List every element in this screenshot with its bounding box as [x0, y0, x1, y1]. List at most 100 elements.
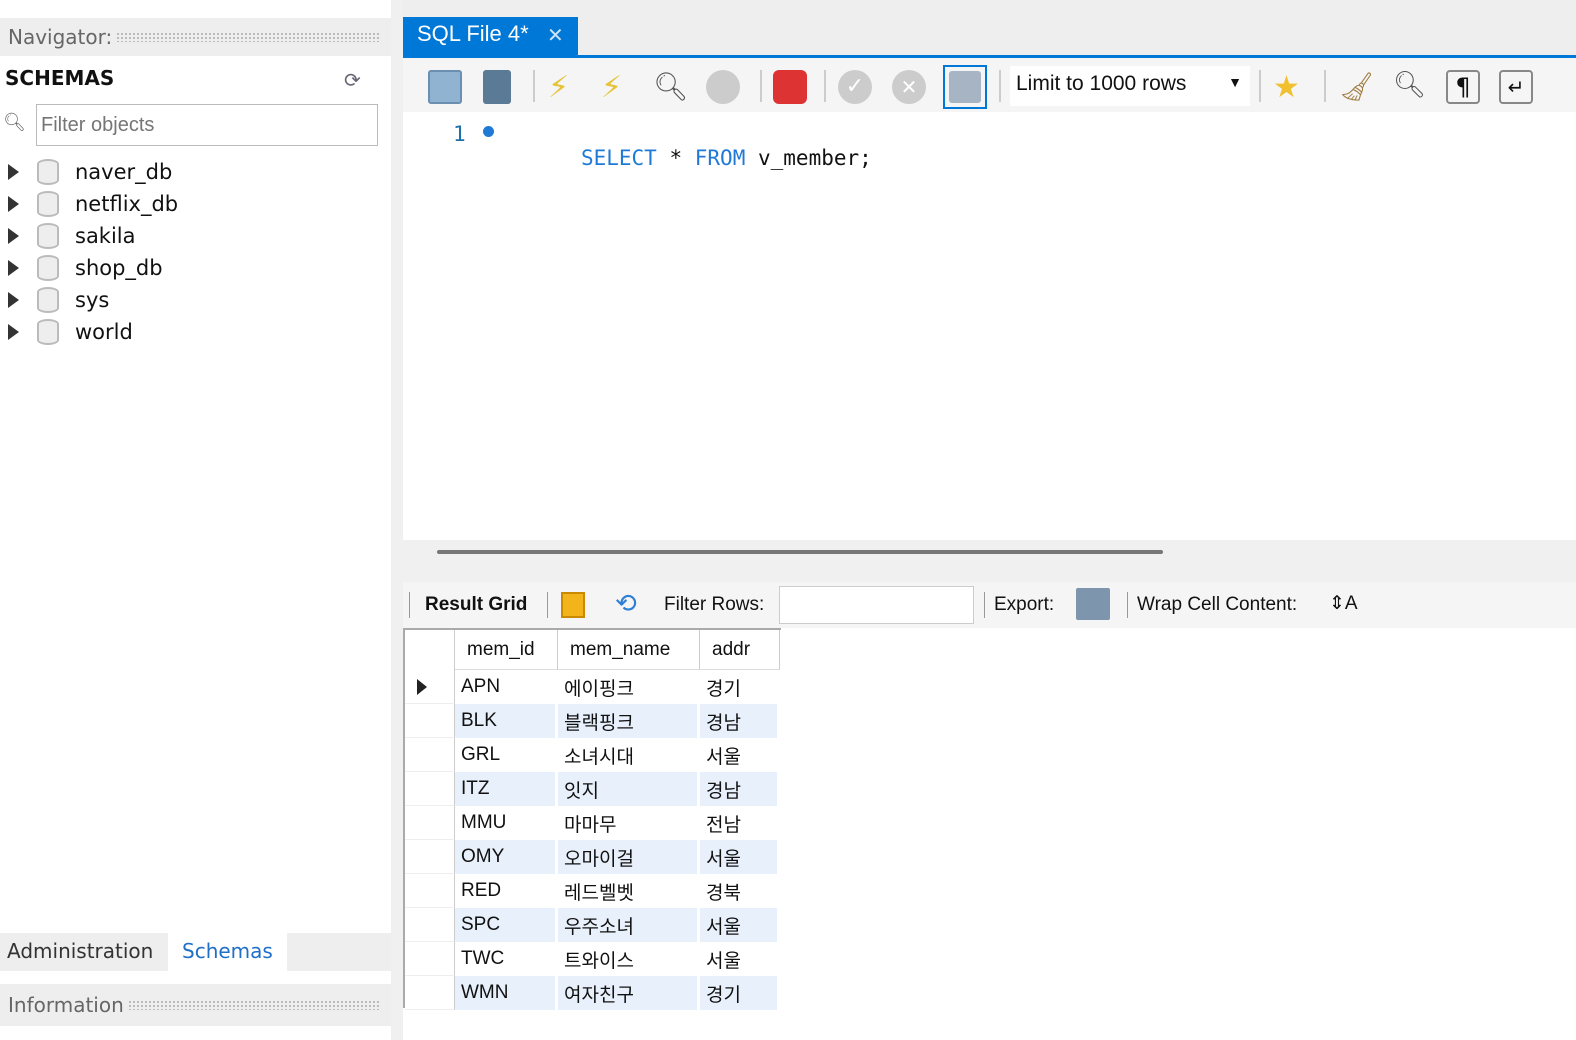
find-icon[interactable]: 🔍︎ [1393, 70, 1427, 104]
wrap-cell-icon[interactable]: ⇕A [1329, 592, 1358, 615]
table-cell[interactable]: OMY [455, 840, 555, 874]
information-header: Information [0, 984, 391, 1026]
table-cell[interactable]: 경기 [700, 670, 777, 704]
table-cell[interactable]: APN [455, 670, 555, 704]
schema-item[interactable]: shop_db [0, 252, 163, 284]
tab-schemas[interactable]: Schemas [168, 933, 287, 971]
refresh-icon[interactable]: ⟲ [615, 588, 637, 619]
database-icon [37, 255, 59, 281]
row-header[interactable] [405, 942, 455, 976]
current-row-icon [417, 679, 427, 695]
refresh-icon[interactable]: ⟳ [344, 68, 361, 92]
tab-sql-file[interactable]: SQL File 4* ✕ [403, 17, 578, 57]
splitter[interactable] [391, 0, 403, 1040]
schema-item[interactable]: naver_db [0, 156, 172, 188]
table-cell[interactable]: 경남 [700, 704, 777, 738]
beautify-icon[interactable]: 🧹︎ [1339, 70, 1375, 104]
expand-arrow-icon[interactable] [8, 260, 19, 276]
row-header[interactable] [405, 874, 455, 908]
row-header[interactable] [405, 670, 455, 704]
table-cell[interactable]: 에이핑크 [558, 670, 697, 704]
column-header[interactable]: mem_id [455, 630, 558, 670]
export-icon[interactable] [1076, 588, 1110, 620]
table-cell[interactable]: 경남 [700, 772, 777, 806]
column-header[interactable]: mem_name [558, 630, 700, 670]
close-icon[interactable]: ✕ [547, 23, 564, 48]
table-cell[interactable]: 블랙핑크 [558, 704, 697, 738]
table-cell[interactable]: 여자친구 [558, 976, 697, 1010]
table-cell[interactable]: SPC [455, 908, 555, 942]
table-cell[interactable]: 마마무 [558, 806, 697, 840]
table-cell[interactable]: 서울 [700, 738, 777, 772]
commit-icon[interactable]: ✓ [838, 70, 872, 104]
chevron-down-icon: ▼ [1228, 74, 1242, 90]
table-cell[interactable]: 레드벨벳 [558, 874, 697, 908]
expand-arrow-icon[interactable] [8, 196, 19, 212]
horizontal-scrollbar[interactable] [437, 550, 1163, 554]
table-cell[interactable]: 서울 [700, 840, 777, 874]
table-cell[interactable]: ITZ [455, 772, 555, 806]
table-cell[interactable]: 서울 [700, 942, 777, 976]
table-cell[interactable]: 소녀시대 [558, 738, 697, 772]
tab-administration[interactable]: Administration [0, 933, 168, 971]
expand-arrow-icon[interactable] [8, 164, 19, 180]
sql-editor[interactable]: 1 SELECT * FROM v_member; [403, 112, 1576, 540]
expand-arrow-icon[interactable] [8, 324, 19, 340]
result-grid-tab[interactable]: Result Grid [425, 594, 527, 616]
toggle-error-icon[interactable] [773, 70, 807, 104]
row-header[interactable] [405, 908, 455, 942]
table-cell[interactable]: TWC [455, 942, 555, 976]
row-header[interactable] [405, 738, 455, 772]
filter-rows-input[interactable] [779, 586, 974, 624]
table-cell[interactable]: 경북 [700, 874, 777, 908]
table-cell[interactable]: 우주소녀 [558, 908, 697, 942]
grid-view-icon[interactable] [561, 592, 585, 618]
table-cell[interactable]: 오마이걸 [558, 840, 697, 874]
autocommit-icon[interactable] [943, 65, 987, 109]
schema-item[interactable]: sys [0, 284, 109, 316]
table-cell[interactable]: GRL [455, 738, 555, 772]
stop-icon[interactable] [706, 70, 740, 104]
add-snippet-icon[interactable]: ★ [1273, 70, 1307, 105]
expand-arrow-icon[interactable] [8, 228, 19, 244]
navigator-title: Navigator: [8, 25, 113, 49]
statement-marker-icon [483, 126, 494, 137]
table-cell[interactable]: BLK [455, 704, 555, 738]
explain-icon[interactable]: 🔍︎ [653, 70, 689, 104]
editor-area: SQL File 4* ✕ ⚡ ⚡ 🔍︎ ✓ ✕ Limit to 1000 r… [403, 0, 1576, 1040]
row-header[interactable] [405, 840, 455, 874]
expand-arrow-icon[interactable] [8, 292, 19, 308]
row-header[interactable] [405, 976, 455, 1010]
limit-rows-select[interactable]: Limit to 1000 rows ▼ [1010, 66, 1250, 106]
filter-objects-input[interactable] [36, 104, 378, 146]
column-header[interactable]: addr [700, 630, 780, 670]
execute-icon[interactable]: ⚡ [548, 70, 582, 105]
schema-item[interactable]: netflix_db [0, 188, 178, 220]
table-cell[interactable]: 트와이스 [558, 942, 697, 976]
invisible-chars-icon[interactable]: ¶ [1446, 70, 1480, 104]
table-cell[interactable]: 서울 [700, 908, 777, 942]
open-file-icon[interactable] [428, 70, 462, 104]
table-cell[interactable]: RED [455, 874, 555, 908]
table-cell[interactable]: MMU [455, 806, 555, 840]
sql-keyword: FROM [694, 146, 746, 170]
database-icon [37, 287, 59, 313]
schema-name: world [75, 320, 133, 344]
execute-current-icon[interactable]: ⚡ [601, 70, 635, 105]
row-header[interactable] [405, 806, 455, 840]
search-icon: 🔍︎ [3, 112, 26, 133]
table-cell[interactable]: WMN [455, 976, 555, 1010]
rollback-icon[interactable]: ✕ [892, 70, 926, 104]
schema-item[interactable]: world [0, 316, 133, 348]
table-cell[interactable]: 잇지 [558, 772, 697, 806]
schema-item[interactable]: sakila [0, 220, 136, 252]
sql-star: * [669, 146, 683, 170]
row-header[interactable] [405, 772, 455, 806]
database-icon [37, 319, 59, 345]
row-header[interactable] [405, 704, 455, 738]
table-cell[interactable]: 전남 [700, 806, 777, 840]
table-cell[interactable]: 경기 [700, 976, 777, 1010]
save-icon[interactable] [483, 70, 511, 104]
word-wrap-icon[interactable]: ↵ [1499, 70, 1533, 104]
schema-name: naver_db [75, 160, 173, 184]
